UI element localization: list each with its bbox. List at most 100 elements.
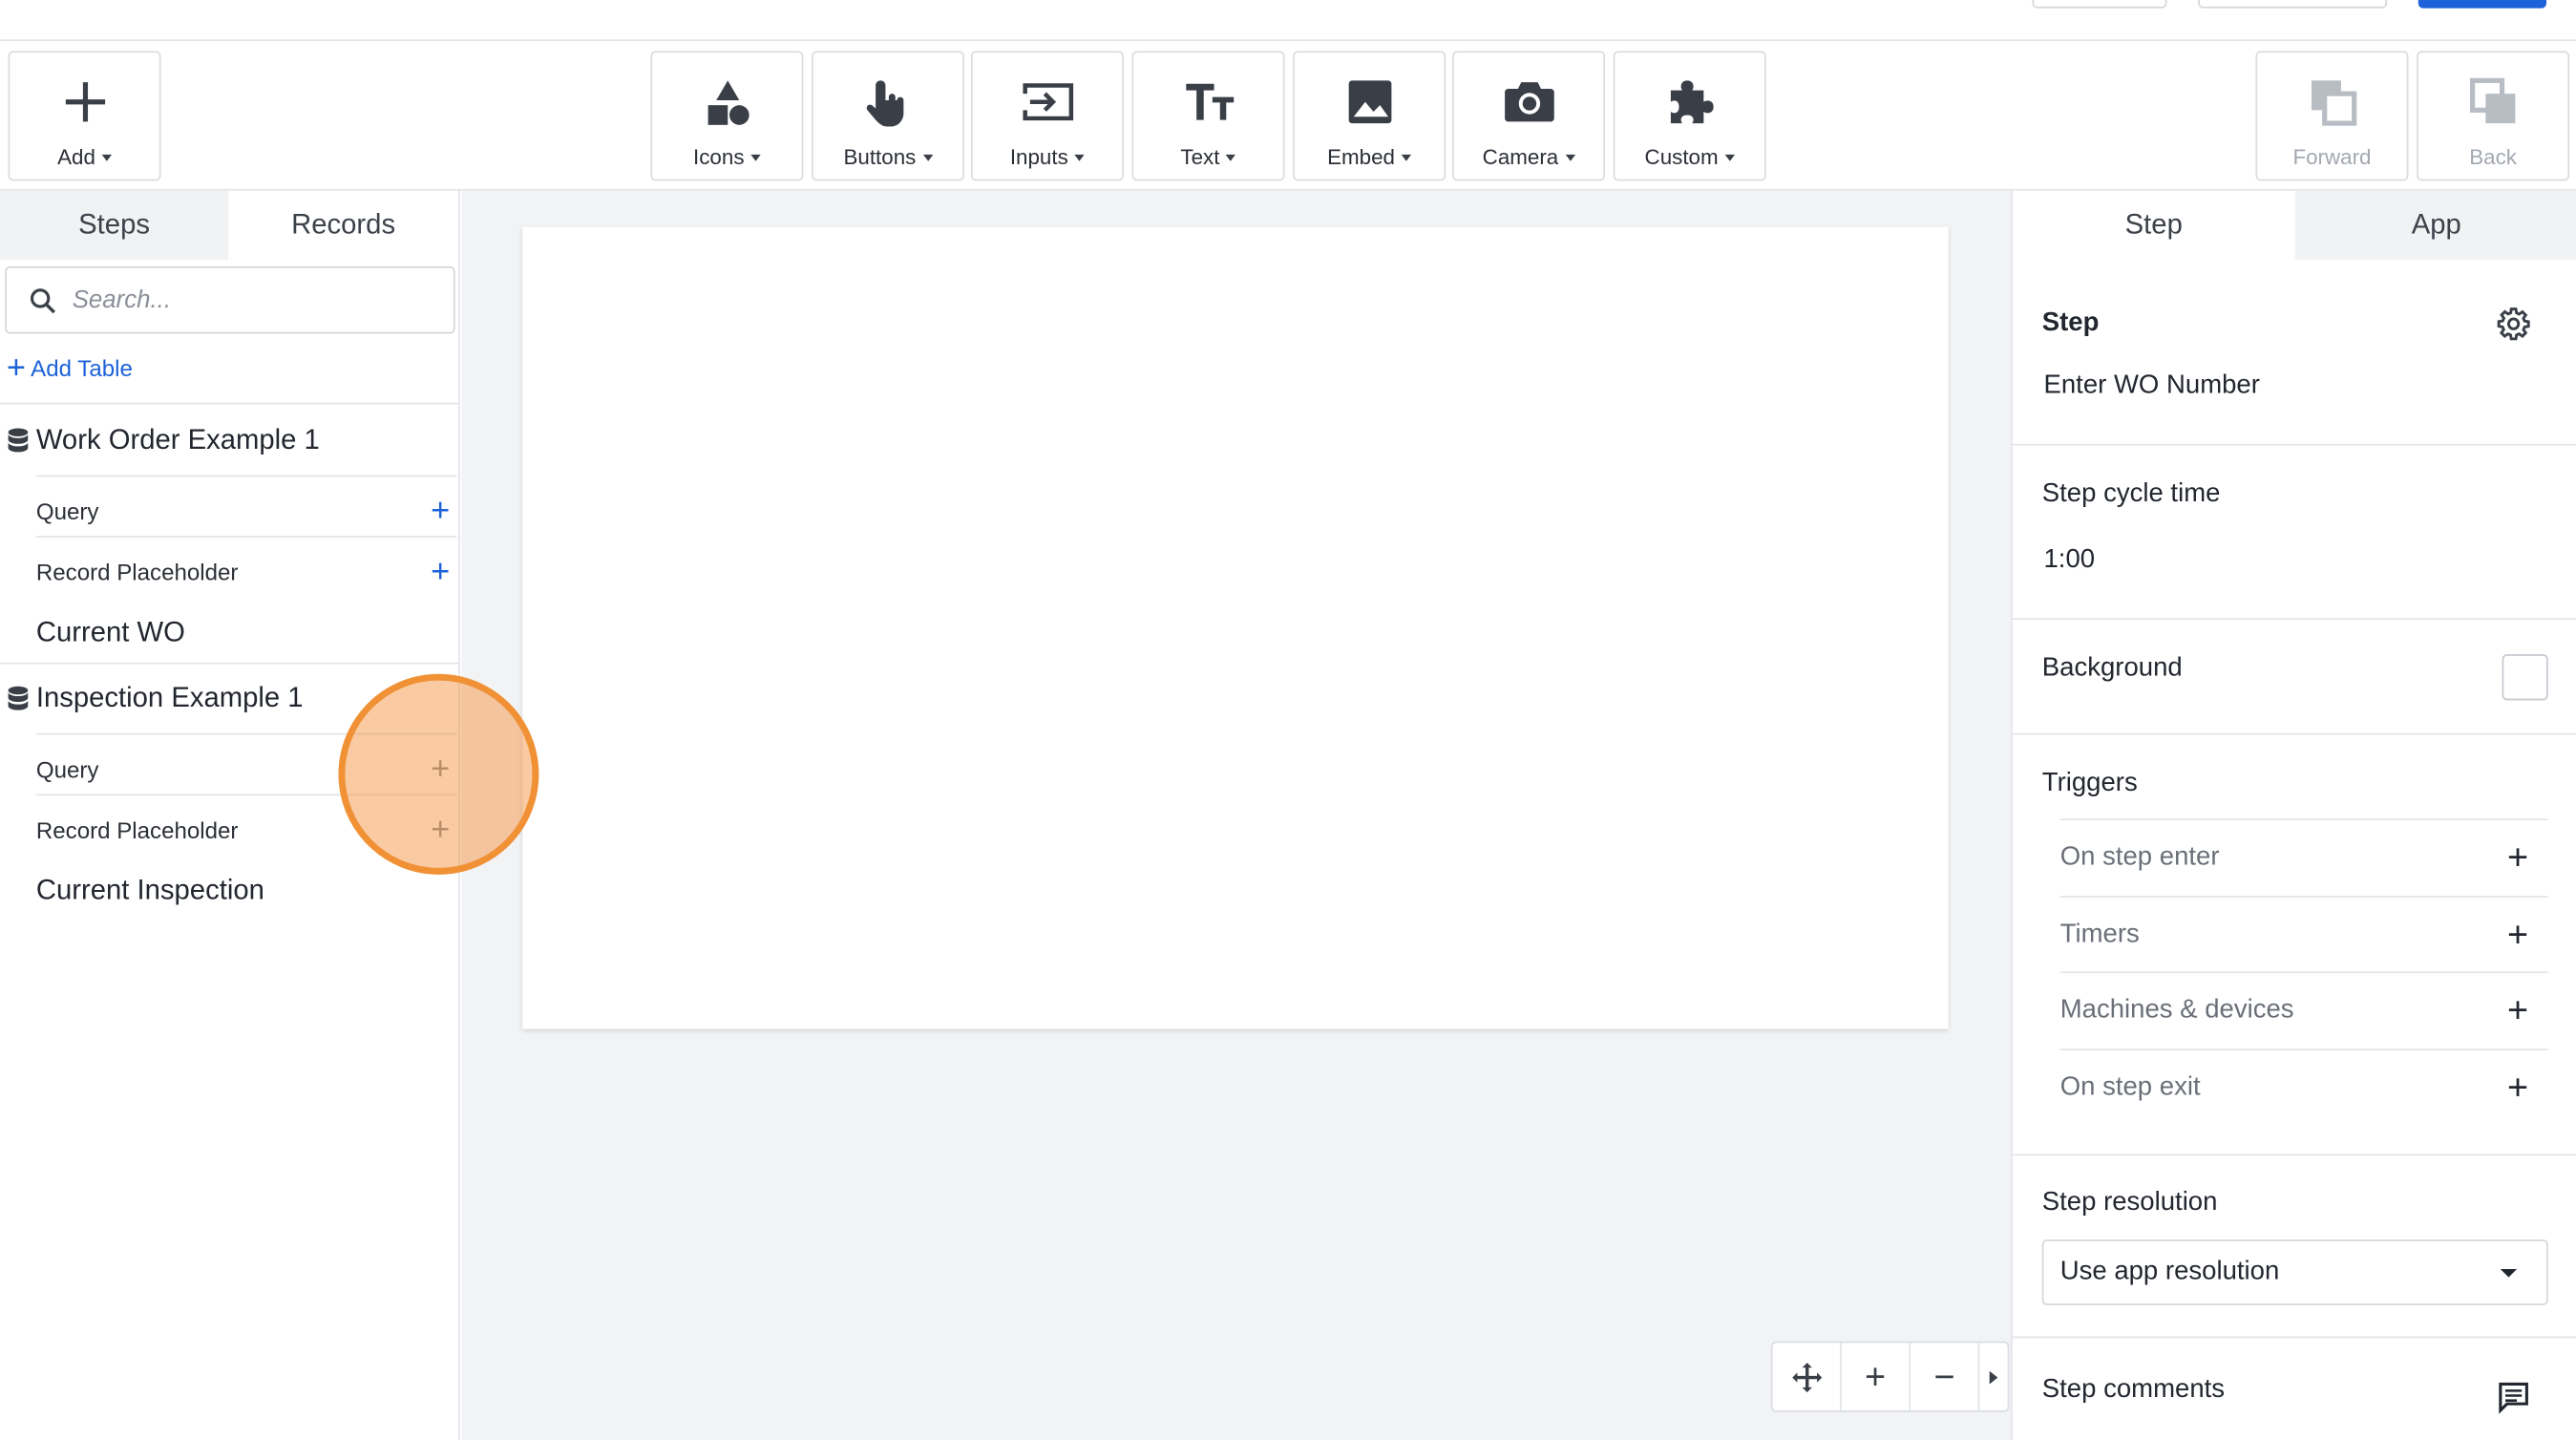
divider (35, 536, 457, 538)
table-name: Inspection Example 1 (35, 682, 304, 714)
shapes-icon (707, 80, 749, 125)
divider (0, 662, 459, 665)
custom-button[interactable]: Custom (1613, 51, 1766, 181)
caret-down-icon (2500, 1268, 2518, 1277)
step-name[interactable]: Enter WO Number (2044, 371, 2260, 401)
step-resolution-label: Step resolution (2041, 1188, 2218, 1217)
step-resolution-select[interactable]: Use app resolution (2041, 1239, 2548, 1305)
trigger-machines-devices[interactable]: Machines & devices + (2059, 971, 2548, 1047)
divider (2012, 618, 2576, 620)
tab-steps[interactable]: Steps (0, 190, 229, 260)
divider (2012, 732, 2576, 735)
database-icon (8, 686, 29, 710)
caret-down-icon (922, 153, 933, 160)
record-placeholder-item[interactable]: Current WO (36, 617, 185, 649)
caret-right-icon (1989, 1369, 1998, 1384)
embed-label: Embed (1327, 144, 1396, 170)
text-label: Text (1180, 144, 1220, 170)
trigger-timers[interactable]: Timers + (2059, 896, 2548, 971)
add-button[interactable]: Add (8, 51, 161, 181)
caret-down-icon (1724, 153, 1735, 160)
tab-records[interactable]: Records (228, 191, 458, 260)
table-name: Work Order Example 1 (35, 424, 320, 455)
add-table-link[interactable]: + Add Table (7, 351, 133, 384)
table-header[interactable]: Inspection Example 1 (7, 682, 304, 714)
trigger-on-step-enter[interactable]: On step enter + (2059, 818, 2548, 894)
text-button[interactable]: Text (1131, 51, 1285, 181)
gear-icon[interactable] (2497, 307, 2530, 341)
caret-down-icon (101, 153, 113, 160)
header-button[interactable] (2032, 0, 2167, 9)
plus-icon: + (2506, 836, 2529, 878)
cycle-time-value[interactable]: 1:00 (2044, 546, 2096, 576)
text-size-icon (1185, 83, 1234, 120)
divider (35, 475, 457, 477)
record-placeholder-row[interactable]: Record Placeholder + (36, 540, 456, 602)
header-primary-button[interactable] (2418, 0, 2547, 9)
record-placeholder-item[interactable]: Current Inspection (36, 875, 264, 907)
trigger-label: On step enter (2059, 842, 2220, 871)
image-icon (1347, 80, 1391, 124)
camera-icon (1504, 82, 1553, 122)
header-button[interactable] (2198, 0, 2388, 9)
cycle-time-label: Step cycle time (2041, 479, 2221, 508)
buttons-button[interactable]: Buttons (812, 51, 965, 181)
search-input[interactable] (72, 286, 401, 314)
widget-toolbar: Add Icons Buttons Inputs Text Embed Came… (0, 41, 2576, 191)
caret-down-icon (1565, 153, 1575, 160)
background-label: Background (2041, 654, 2183, 683)
caret-down-icon (1074, 153, 1085, 160)
forward-label: Forward (2292, 144, 2372, 170)
move-icon (1791, 1362, 1822, 1392)
plus-icon: + (2506, 913, 2529, 955)
trigger-label: Timers (2059, 920, 2140, 948)
add-record-placeholder-button[interactable]: + (424, 555, 456, 587)
collapse-button[interactable] (1979, 1343, 2007, 1410)
background-color-swatch[interactable] (2502, 654, 2548, 701)
zoom-in-button[interactable]: + (1842, 1343, 1911, 1411)
tab-app[interactable]: App (2294, 190, 2576, 260)
trigger-on-step-exit[interactable]: On step exit + (2059, 1048, 2548, 1124)
step-resolution-value: Use app resolution (2059, 1257, 2280, 1286)
divider (2012, 1336, 2576, 1339)
back-label: Back (2469, 144, 2517, 170)
embed-button[interactable]: Embed (1293, 51, 1446, 181)
input-arrow-icon (1022, 83, 1073, 121)
add-table-label: Add Table (31, 354, 133, 382)
caret-down-icon (1401, 153, 1412, 160)
click-highlight (338, 673, 539, 875)
forward-button[interactable]: Forward (2255, 51, 2409, 181)
add-label: Add (57, 144, 95, 170)
icons-button[interactable]: Icons (650, 51, 804, 181)
divider (0, 402, 459, 405)
plus-icon (64, 82, 105, 122)
trigger-label: On step exit (2059, 1072, 2201, 1101)
zoom-out-button[interactable]: − (1911, 1343, 1980, 1411)
puzzle-piece-icon (1670, 80, 1713, 124)
camera-label: Camera (1482, 144, 1559, 170)
table-header[interactable]: Work Order Example 1 (7, 424, 320, 456)
divider (2012, 1154, 2576, 1156)
plus-icon: + (6, 349, 26, 387)
back-button[interactable]: Back (2417, 51, 2570, 181)
right-panel: Step App Step Enter WO Number Step cycle… (2011, 190, 2576, 1440)
step-canvas[interactable] (522, 226, 1949, 1029)
comment-icon[interactable] (2497, 1381, 2529, 1414)
add-query-button[interactable]: + (424, 494, 456, 526)
divider (2012, 443, 2576, 446)
bring-forward-icon (2311, 80, 2356, 126)
icons-label: Icons (693, 144, 745, 170)
pan-button[interactable] (1773, 1343, 1842, 1411)
zoom-controls: + − (1770, 1341, 2010, 1412)
minus-icon: − (1933, 1355, 1955, 1397)
camera-button[interactable]: Camera (1452, 51, 1606, 181)
tab-step[interactable]: Step (2013, 191, 2295, 260)
query-row[interactable]: Query + (36, 480, 456, 541)
inputs-label: Inputs (1009, 144, 1068, 170)
plus-icon: + (2506, 1066, 2529, 1108)
plus-icon: + (2506, 988, 2529, 1030)
inputs-button[interactable]: Inputs (970, 51, 1124, 181)
query-label: Query (35, 755, 99, 782)
search-box (5, 265, 455, 334)
caret-down-icon (1226, 153, 1236, 160)
